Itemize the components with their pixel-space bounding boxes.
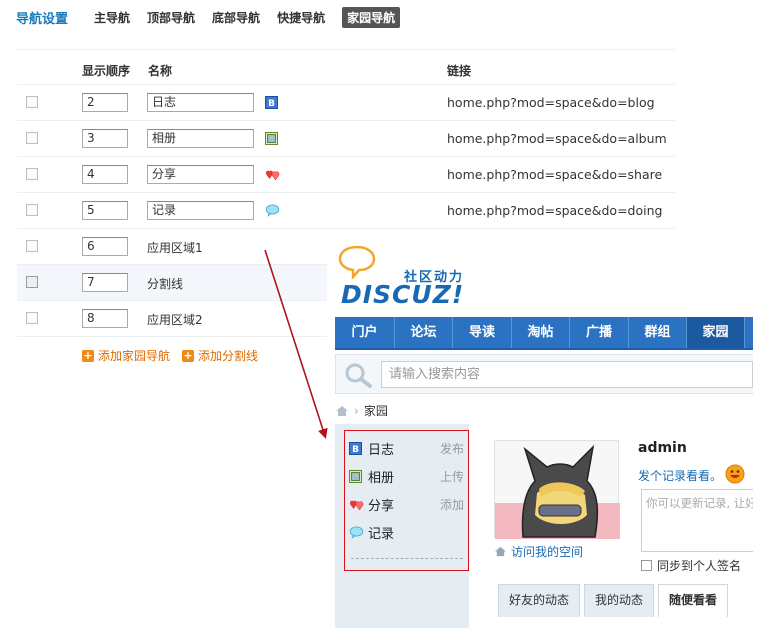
- sidebar-divider: [351, 558, 463, 559]
- search-input[interactable]: 请输入搜索内容: [381, 361, 753, 388]
- table-row: 2 日志 B home.php?mod=space&do=blog: [17, 85, 675, 121]
- main-navbar: 门户 论坛 导读 淘帖 广播 群组 家园: [335, 317, 753, 350]
- sidebar-item-album[interactable]: 相册 上传: [349, 466, 464, 486]
- speech-bubble-icon: [338, 245, 376, 279]
- highlight-box: B 日志 发布 相册 上传 分享 添加 记录: [344, 430, 469, 571]
- column-link: 链接: [447, 64, 472, 78]
- avatar[interactable]: [494, 440, 620, 539]
- feed-tabs: 好友的动态 我的动态 随便看看: [498, 584, 732, 617]
- doing-prompt[interactable]: 发个记录看看。: [638, 467, 722, 484]
- publish-link[interactable]: 发布: [440, 440, 464, 457]
- tab-top-nav[interactable]: 顶部导航: [147, 9, 195, 26]
- plus-icon: +: [182, 348, 195, 362]
- name-input[interactable]: 分享: [147, 165, 254, 184]
- home-icon: [495, 546, 506, 557]
- table-row: 5 记录 home.php?mod=space&do=doing: [17, 193, 675, 229]
- row-checkbox[interactable]: [26, 276, 38, 288]
- link-text: home.php?mod=space&do=album: [447, 131, 667, 146]
- order-input[interactable]: 3: [82, 129, 128, 148]
- breadcrumb-separator: ›: [354, 403, 359, 418]
- doing-icon: [349, 526, 364, 539]
- order-input[interactable]: 4: [82, 165, 128, 184]
- row-checkbox[interactable]: [26, 204, 38, 216]
- album-icon: [349, 469, 362, 483]
- sync-checkbox[interactable]: [641, 560, 652, 571]
- search-bar: 请输入搜索内容: [335, 354, 753, 394]
- visit-space-link[interactable]: 访问我的空间: [494, 543, 583, 560]
- table-header: 显示顺序 名称 链接: [17, 49, 675, 85]
- row-checkbox[interactable]: [26, 132, 38, 144]
- name-input[interactable]: 日志: [147, 93, 254, 112]
- tab-main-nav[interactable]: 主导航: [94, 9, 130, 26]
- album-icon: [265, 132, 278, 145]
- tab-footer-nav[interactable]: 底部导航: [212, 9, 260, 26]
- table-row: 3 相册 home.php?mod=space&do=album: [17, 121, 675, 157]
- doing-icon: [265, 204, 280, 217]
- nav-collection[interactable]: 淘帖: [512, 317, 570, 348]
- plus-icon: +: [82, 348, 94, 362]
- nav-portal[interactable]: 门户: [335, 317, 395, 348]
- order-input[interactable]: 8: [82, 309, 128, 328]
- order-input[interactable]: 6: [82, 237, 128, 256]
- tab-friends-feed[interactable]: 好友的动态: [498, 584, 581, 617]
- svg-text:B: B: [352, 445, 359, 455]
- tab-random-feed[interactable]: 随便看看: [658, 584, 729, 617]
- order-input[interactable]: 5: [82, 201, 128, 220]
- page-title: 导航设置: [16, 11, 69, 27]
- home-icon[interactable]: [335, 405, 349, 417]
- discuz-preview: 社区动力 DISCUZ! 门户 论坛 导读 淘帖 广播 群组 家园 请输入搜索内…: [327, 243, 753, 628]
- order-input[interactable]: 2: [82, 93, 128, 112]
- add-links: + 添加家园导航 + 添加分割线: [82, 347, 270, 364]
- nav-settings-header: 导航设置 主导航 顶部导航 底部导航 快捷导航 家园导航: [16, 6, 417, 28]
- sync-signature[interactable]: 同步到个人签名: [641, 557, 741, 574]
- order-input[interactable]: 7: [82, 273, 128, 292]
- sidebar-item-blog[interactable]: B 日志 发布: [349, 438, 464, 458]
- row-checkbox[interactable]: [26, 312, 38, 324]
- blog-icon: B: [265, 96, 278, 109]
- row-checkbox[interactable]: [26, 168, 38, 180]
- name-input[interactable]: 相册: [147, 129, 254, 148]
- tab-home-nav[interactable]: 家园导航: [342, 6, 401, 28]
- nav-broadcast[interactable]: 广播: [570, 317, 629, 348]
- sidebar-item-share[interactable]: 分享 添加: [349, 494, 464, 514]
- breadcrumb-current[interactable]: 家园: [364, 402, 388, 419]
- name-text: 应用区域2: [147, 313, 203, 327]
- upload-link[interactable]: 上传: [440, 468, 464, 485]
- row-checkbox[interactable]: [26, 240, 38, 252]
- search-icon: [345, 363, 372, 388]
- add-home-nav-link[interactable]: + 添加家园导航: [82, 347, 170, 364]
- table-row: 4 分享 home.php?mod=space&do=share: [17, 157, 675, 193]
- blog-icon: B: [349, 441, 362, 455]
- column-order: 显示顺序: [82, 64, 131, 78]
- name-text: 应用区域1: [147, 241, 203, 255]
- add-divider-link[interactable]: + 添加分割线: [182, 347, 258, 364]
- status-textarea[interactable]: 你可以更新记录, 让好友们知道你在做什么...: [641, 489, 753, 552]
- breadcrumb: › 家园: [335, 402, 388, 419]
- nav-home[interactable]: 家园: [687, 317, 745, 348]
- home-sidebar: B 日志 发布 相册 上传 分享 添加 记录: [335, 424, 469, 628]
- username[interactable]: admin: [638, 440, 687, 456]
- tab-quick-nav[interactable]: 快捷导航: [277, 9, 325, 26]
- name-input[interactable]: 记录: [147, 201, 254, 220]
- nav-forum[interactable]: 论坛: [395, 317, 453, 348]
- tab-my-feed[interactable]: 我的动态: [584, 584, 655, 617]
- sidebar-item-doing[interactable]: 记录: [349, 522, 464, 542]
- link-text: home.php?mod=space&do=doing: [447, 203, 663, 218]
- add-link[interactable]: 添加: [440, 496, 464, 513]
- svg-text:B: B: [268, 99, 275, 109]
- nav-group[interactable]: 群组: [629, 317, 687, 348]
- smiley-icon[interactable]: [725, 464, 745, 484]
- profile-panel: 访问我的空间 admin 发个记录看看。 你可以更新记录, 让好友们知道你在做什…: [478, 424, 753, 628]
- link-text: home.php?mod=space&do=share: [447, 167, 663, 182]
- column-name: 名称: [148, 64, 173, 78]
- link-text: home.php?mod=space&do=blog: [447, 95, 655, 110]
- name-text: 分割线: [147, 277, 184, 291]
- share-icon: [265, 170, 280, 181]
- share-icon: [349, 500, 364, 510]
- row-checkbox[interactable]: [26, 96, 38, 108]
- nav-guide[interactable]: 导读: [453, 317, 512, 348]
- discuz-logo: 社区动力 DISCUZ!: [335, 243, 495, 313]
- logo-text: DISCUZ!: [341, 280, 465, 309]
